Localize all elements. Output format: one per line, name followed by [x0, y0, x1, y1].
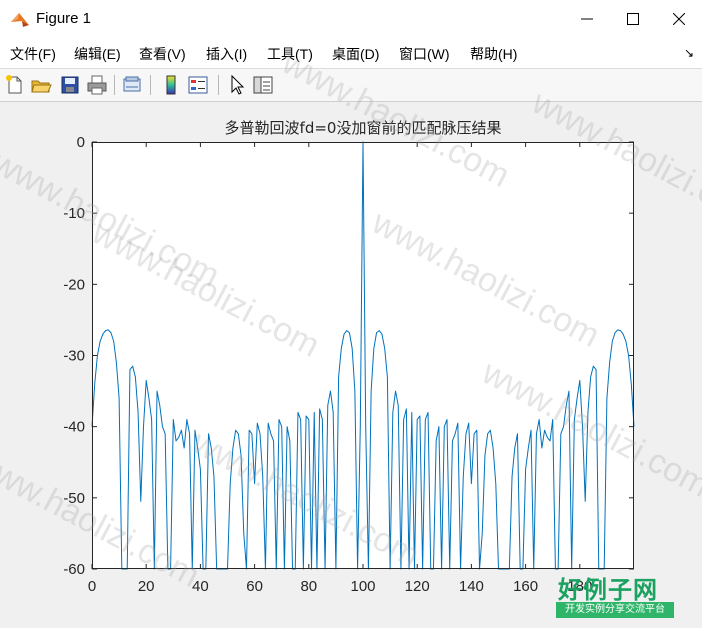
x-tick-label: 60: [246, 578, 263, 595]
logo-subtitle: 开发实例分享交流平台: [556, 602, 674, 618]
menu-file[interactable]: 文件(F): [10, 44, 56, 64]
logo-title: 好例子网: [558, 577, 658, 604]
matlab-logo-icon: [11, 13, 29, 27]
save-icon: [61, 76, 79, 94]
close-button[interactable]: [656, 0, 702, 38]
maximize-button[interactable]: [610, 0, 656, 38]
toolbar-separator: [150, 75, 151, 95]
open-file-icon: [31, 80, 52, 93]
x-tick-label: 140: [459, 578, 484, 595]
pointer-button[interactable]: [226, 74, 248, 96]
menu-tools[interactable]: 工具(T): [267, 44, 313, 64]
y-tick-label: -10: [63, 205, 85, 222]
minimize-button[interactable]: [564, 0, 610, 38]
toolbar-separator: [218, 75, 219, 95]
save-button[interactable]: [59, 74, 81, 96]
minimize-icon: [581, 18, 593, 20]
dock-arrow-icon[interactable]: ↘: [684, 46, 694, 60]
title-bar: Figure 1: [0, 0, 702, 38]
chart-title: 多普勒回波fd=0没加窗前的匹配脉压结果: [225, 119, 502, 137]
x-tick-label: 100: [350, 578, 375, 595]
window-title: Figure 1: [36, 10, 92, 27]
insert-colorbar-button[interactable]: [160, 74, 182, 96]
pointer-icon: [231, 74, 245, 95]
print-button[interactable]: [86, 74, 108, 96]
link-plot-icon: [123, 76, 141, 92]
link-plot-button[interactable]: [121, 74, 143, 96]
menu-window[interactable]: 窗口(W): [399, 44, 450, 64]
y-tick-label: -60: [63, 561, 85, 578]
insert-colorbar-icon: [166, 75, 176, 95]
toolbar-separator: [114, 75, 115, 95]
insert-legend-button[interactable]: [187, 74, 209, 96]
y-tick-label: -50: [63, 490, 85, 507]
y-tick-label: -20: [63, 276, 85, 293]
property-inspector-icon: [253, 76, 273, 94]
menu-view[interactable]: 查看(V): [139, 44, 186, 64]
site-logo: 好例子网 开发实例分享交流平台: [556, 570, 674, 622]
print-icon: [87, 75, 107, 95]
x-tick-label: 160: [513, 578, 538, 595]
x-tick-label: 20: [138, 578, 155, 595]
x-tick-label: 40: [192, 578, 209, 595]
plot-area[interactable]: 0 20 40 60 80 100 120 140 160 1800-10-20-30-40-50…: [0, 102, 702, 628]
menu-insert[interactable]: 插入(I): [206, 44, 247, 64]
new-figure-button[interactable]: [4, 74, 26, 96]
axes-background: [92, 142, 634, 569]
y-tick-label: -40: [63, 419, 85, 436]
y-tick-label: -30: [63, 348, 85, 365]
new-figure-icon: [6, 75, 22, 94]
y-tick-label: 0: [77, 134, 85, 151]
insert-legend-icon: [188, 76, 208, 94]
property-inspector-button[interactable]: [252, 74, 274, 96]
x-tick-label: 0: [88, 578, 96, 595]
menu-edit[interactable]: 编辑(E): [74, 44, 121, 64]
menu-bar: 文件(F) 编辑(E) 查看(V) 插入(I) 工具(T) 桌面(D) 窗口(W…: [0, 38, 702, 68]
toolbar: [0, 68, 702, 102]
menu-desktop[interactable]: 桌面(D): [332, 44, 379, 64]
open-file-button[interactable]: [30, 74, 52, 96]
close-icon: [673, 13, 685, 25]
maximize-icon: [627, 13, 639, 25]
menu-help[interactable]: 帮助(H): [470, 44, 517, 64]
figure-canvas[interactable]: 0 20 40 60 80 100 120 140 160 180 0 -10 -20 -30 -40 -50…: [0, 102, 702, 628]
x-tick-label: 120: [405, 578, 430, 595]
x-tick-label: 80: [300, 578, 317, 595]
